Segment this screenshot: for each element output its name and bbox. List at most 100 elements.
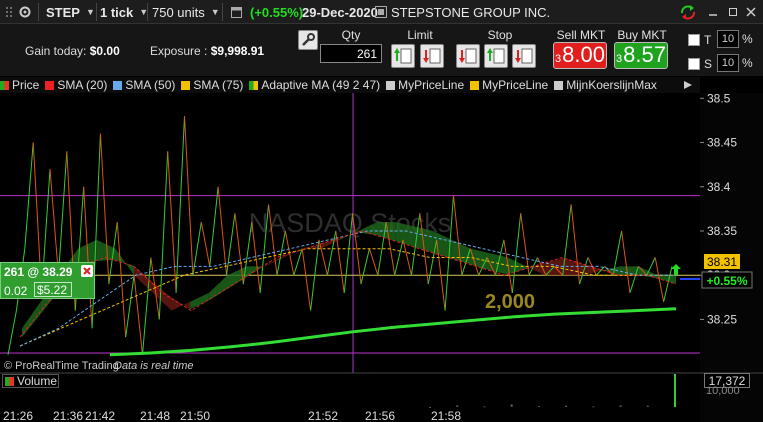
stop-limit-button[interactable] [512,44,536,68]
legend-swatch [181,80,191,90]
volume-tick-label: 10,000 [706,385,740,397]
x-tick-label: 21:36 [53,409,83,422]
buy-mkt-label: Buy MKT [617,28,667,42]
price-tag: 38.31 [704,254,740,269]
indicator-legend: Price SMA (20) SMA (50) SMA (75) Adaptiv… [0,77,700,93]
units-label: 750 units [152,4,205,20]
volume-bar [510,404,513,407]
volume-bar [429,407,431,408]
stop-buy-icon [487,48,505,64]
position-panel[interactable]: 261 @ 38.29 0.02 $5.22 [0,262,95,299]
legend-item-sma75[interactable]: SMA (75) [181,78,243,92]
stop-limit-icon [515,48,533,64]
refresh-icon[interactable] [679,3,697,21]
calendar-icon[interactable] [231,3,242,21]
t-label: T [704,33,712,47]
volume-bar [537,406,540,408]
s-label: S [704,57,713,71]
sell-price: 8.00 [562,42,605,67]
y-tick-label: 38.5 [707,93,731,105]
x-tick-label: 21:26 [3,409,33,422]
volume-bar [483,406,486,408]
legend-swatch [470,80,480,90]
stop-label: Stop [487,28,513,42]
sell-mkt-label: Sell MKT [556,28,606,42]
exposure-value: $9,998.91 [210,44,265,58]
chart-annotation: 2,000 [485,291,535,313]
legend-item-mypriceline[interactable]: MyPriceLine [386,78,464,92]
position-pnl-value: $5.22 [34,282,72,297]
close-icon[interactable] [746,3,756,21]
gain-today-value: $0.00 [89,44,120,58]
s-checkbox[interactable] [688,58,700,70]
legend-item-mijnkoerslijnmax[interactable]: MijnKoerslijnMax [554,78,657,92]
change-tag-label: +0.55% [706,274,747,288]
legend-swatch [386,80,396,90]
grip-icon [4,3,14,21]
legend-item-sma50[interactable]: SMA (50) [113,78,175,92]
volume-bar [565,405,568,407]
restore-icon[interactable] [728,3,738,21]
volume-bar [592,406,595,408]
price-chart[interactable]: NASDAQ Stocks 2,000 38.538.4538.438.3538… [0,93,763,422]
qty-input[interactable] [320,44,382,63]
legend-item-mypriceline-2[interactable]: MyPriceLine [470,78,548,92]
legend-expand-icon[interactable] [682,79,694,91]
volume-bar [646,405,649,407]
stop-sell-button[interactable] [456,44,480,68]
minimize-icon[interactable] [708,3,718,21]
t-checkbox[interactable] [688,34,700,46]
company-name: STEPSTONE GROUP INC. [391,4,551,20]
legend-swatch [0,80,9,90]
symbol-select[interactable]: STEP ▼ [46,3,95,21]
y-tick-label: 38.35 [707,224,737,238]
buy-price: 8.57 [623,42,666,67]
legend-swatch [45,80,55,90]
volume-bar [619,405,622,407]
s-percent-input[interactable] [717,54,739,72]
change-tag: +0.55% [701,271,753,289]
wrench-button[interactable] [298,30,318,50]
legend-item-price[interactable]: Price [0,78,39,92]
legend-item-adaptive-ma[interactable]: Adaptive MA (49 2 47) [249,78,380,92]
legend-swatch [113,80,123,90]
stop-sell-icon [459,48,477,64]
x-tick-label: 21:50 [180,409,210,422]
t-percent-input[interactable] [717,30,739,48]
chevron-down-icon: ▼ [85,7,95,17]
credit-label: © ProRealTime Trading [4,360,119,372]
top-toolbar: STEP ▼ 1 tick ▼ 750 units ▼ (+0.55%) 29-Dec… [0,0,763,24]
y-tick-label: 38.45 [707,136,737,150]
units-select[interactable]: 750 units ▼ [152,3,220,21]
price-tag-label: 38.31 [707,255,737,269]
volume-bar [456,405,459,407]
volume-legend[interactable]: Volume [2,374,59,388]
order-panel: Gain today: $0.00 Exposure : $9,998.91 Q… [0,24,763,76]
limit-buy-button[interactable] [391,44,415,68]
limit-buy-icon [394,48,412,64]
limit-sell-button[interactable] [420,44,444,68]
change-percent: (+0.55%) [250,4,304,20]
x-tick-label: 21:48 [140,409,170,422]
volume-bar [674,374,676,407]
x-tick-label: 21:42 [85,409,115,422]
position-label: 261 @ 38.29 [4,265,73,279]
position-pnl-percent: 0.02 [4,284,28,298]
x-tick-label: 21:52 [308,409,338,422]
close-position-button[interactable] [81,265,93,277]
gain-today: Gain today: $0.00 [25,44,120,58]
date-label: 29-Dec-2020 [302,4,378,20]
sell-mkt-button[interactable]: 3 8.00 [553,42,607,69]
legend-item-sma20[interactable]: SMA (20) [45,78,107,92]
limit-label: Limit [407,28,433,42]
y-tick-label: 38.4 [707,180,731,194]
stop-buy-button[interactable] [484,44,508,68]
symbol-label: STEP [46,4,80,20]
tick-select[interactable]: 1 tick ▼ [100,3,148,21]
buy-mkt-button[interactable]: 3 8.57 [614,42,668,69]
exposure: Exposure : $9,998.91 [150,44,265,58]
y-tick-label: 38.25 [707,312,737,326]
x-tick-label: 21:58 [431,409,461,422]
toolbar-gear-icon[interactable] [18,3,32,21]
info-icon[interactable] [375,3,387,21]
